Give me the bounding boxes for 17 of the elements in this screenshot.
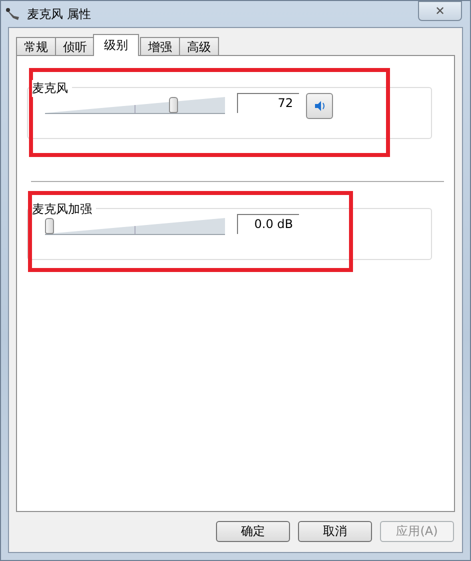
slider-thumb[interactable] bbox=[168, 97, 178, 113]
tab[interactable]: 常规 bbox=[16, 37, 56, 56]
value-field[interactable]: 72 bbox=[237, 93, 299, 113]
group-label: 麦克风 bbox=[32, 80, 72, 97]
slider-thumb[interactable] bbox=[45, 218, 54, 234]
dialog-button[interactable]: 确定 bbox=[216, 521, 290, 542]
speaker-icon bbox=[312, 99, 326, 113]
close-button[interactable]: ✕ bbox=[418, 1, 462, 21]
tab[interactable]: 侦听 bbox=[55, 37, 95, 56]
tab[interactable]: 高级 bbox=[179, 37, 219, 56]
tab[interactable]: 级别 bbox=[93, 34, 139, 56]
value-field[interactable]: 0.0 dB bbox=[237, 214, 299, 234]
microphone-icon bbox=[5, 6, 21, 22]
speaker-button[interactable] bbox=[306, 93, 333, 119]
tab[interactable]: 增强 bbox=[140, 37, 180, 56]
dialog-button[interactable]: 取消 bbox=[298, 521, 372, 542]
window-title: 麦克风 属性 bbox=[27, 6, 92, 22]
